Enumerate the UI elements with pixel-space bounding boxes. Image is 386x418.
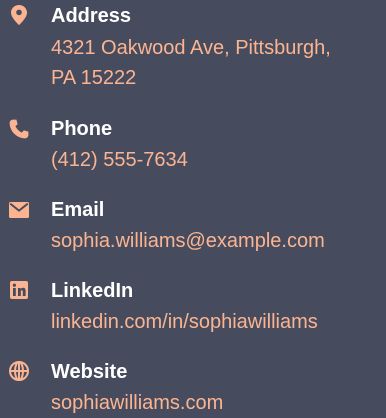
linkedin-value[interactable]: linkedin.com/in/sophiawilliams [51,307,318,337]
contact-list: Address 4321 Oakwood Ave, Pittsburgh, PA… [0,0,386,417]
address-line-2: PA 15222 [51,67,137,89]
linkedin-icon [8,279,30,301]
phone-label: Phone [51,118,113,140]
map-pin-icon [8,4,30,26]
email-label: Email [51,199,105,221]
globe-icon [8,360,30,382]
phone-icon [8,118,30,140]
website-value[interactable]: sophiawilliams.com [51,388,223,418]
email-value[interactable]: sophia.williams@example.com [51,226,325,256]
phone-value[interactable]: (412) 555-7634 [51,145,188,175]
website-label: Website [51,361,128,383]
envelope-icon [8,199,30,221]
address-line-1: 4321 Oakwood Ave, Pittsburgh, [51,37,331,59]
address-label: Address [51,5,132,27]
linkedin-label: LinkedIn [51,280,134,302]
